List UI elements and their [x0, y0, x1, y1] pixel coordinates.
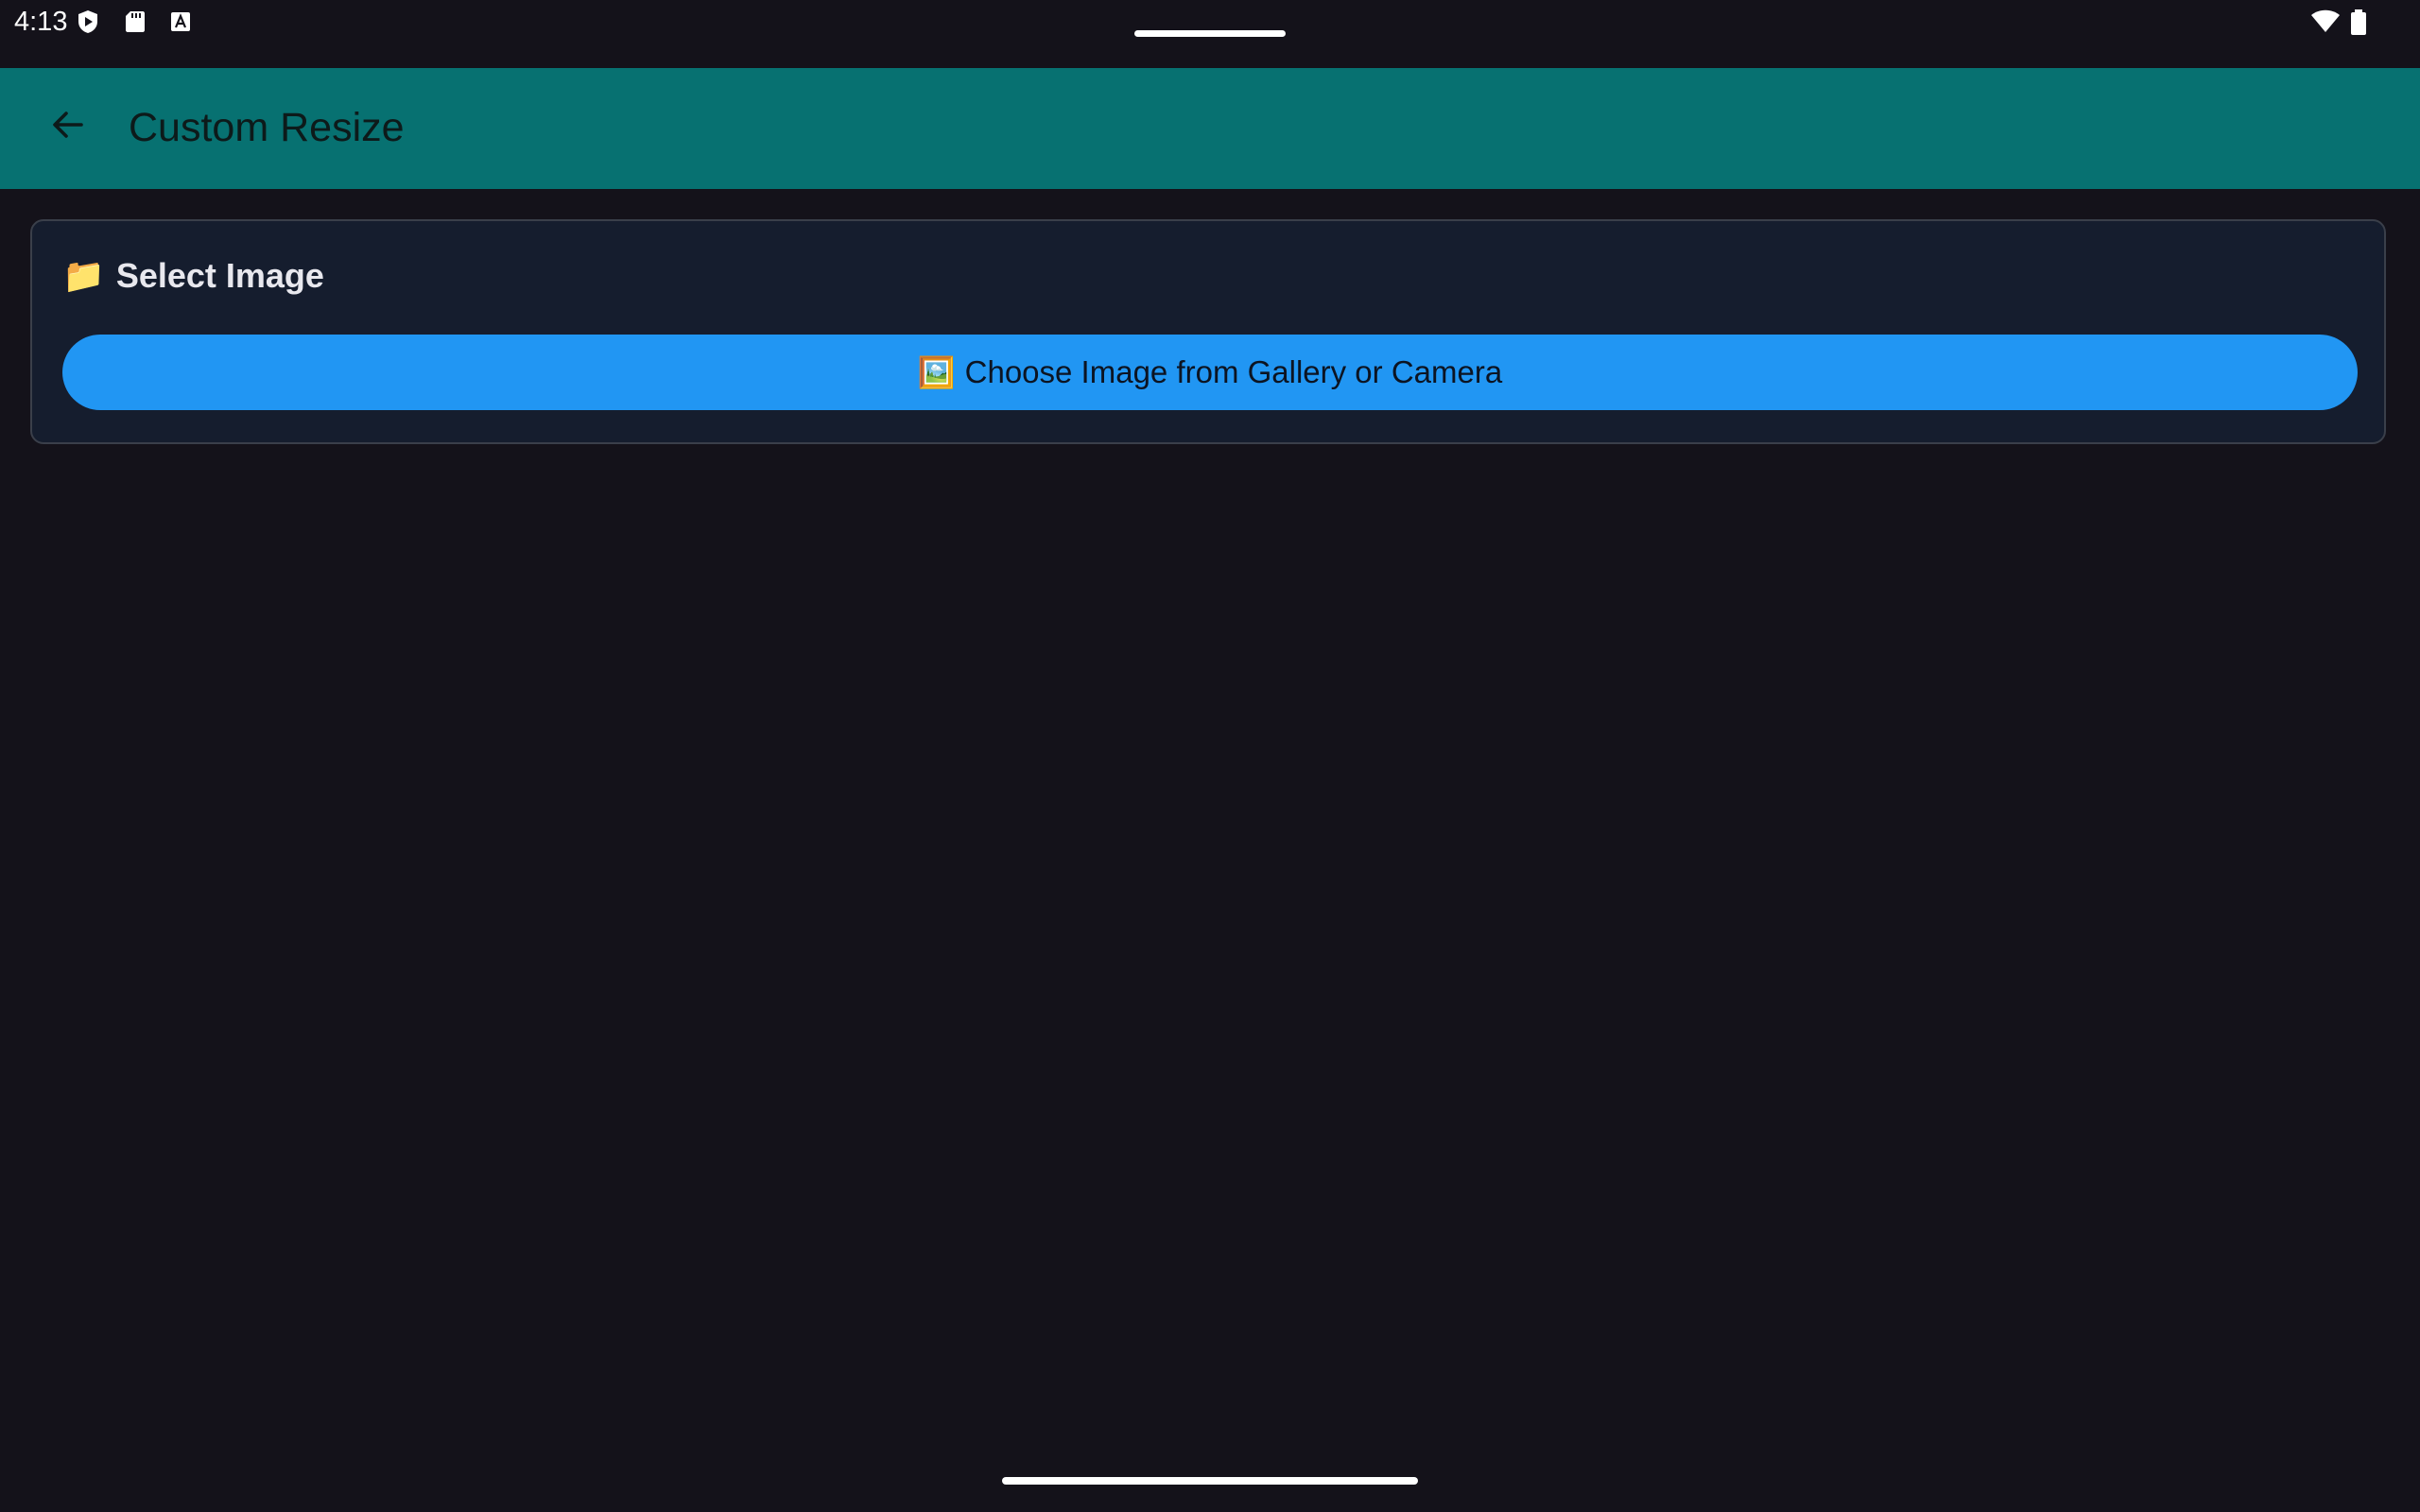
app-bar: Custom Resize: [0, 68, 2420, 189]
card-title-label: Select Image: [115, 256, 324, 295]
select-image-card: 📁 Select Image 🖼️ Choose Image from Gall…: [30, 219, 2386, 444]
play-protect-icon: [76, 9, 100, 34]
choose-image-button-label: Choose Image from Gallery or Camera: [964, 354, 1503, 389]
picture-icon: 🖼️: [917, 355, 956, 389]
top-drag-handle[interactable]: [1134, 30, 1286, 37]
folder-icon: 📁: [62, 256, 105, 295]
navigation-handle[interactable]: [1002, 1477, 1418, 1485]
status-time: 4:13: [14, 7, 68, 37]
arrow-back-icon: [49, 106, 87, 148]
status-bar: 4:13: [0, 0, 2420, 68]
card-title: 📁 Select Image: [62, 255, 324, 297]
back-button[interactable]: [34, 93, 102, 161]
choose-image-button[interactable]: 🖼️ Choose Image from Gallery or Camera: [62, 335, 2358, 410]
battery-icon: [2350, 9, 2367, 35]
page-title: Custom Resize: [129, 105, 405, 150]
font-a-icon: [168, 9, 193, 34]
sd-card-icon: [123, 9, 147, 34]
wifi-icon: [2310, 9, 2341, 34]
